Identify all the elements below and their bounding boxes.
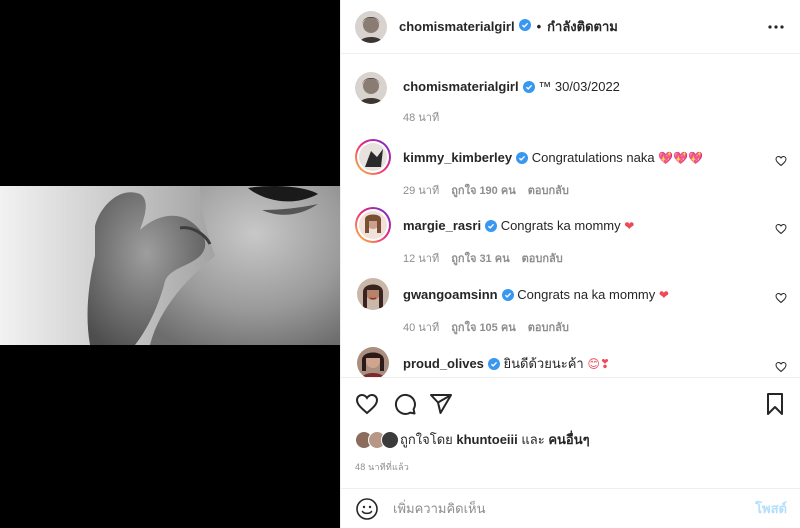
post-photo[interactable]: [0, 186, 340, 345]
comment-text: Congratulations naka: [531, 150, 655, 165]
comment-time: 29 นาที: [403, 185, 440, 197]
comment-input[interactable]: เพิ่มความคิดเห็น: [393, 498, 755, 519]
comment-emoji: 😊❣: [587, 357, 610, 371]
author-username[interactable]: chomismaterialgirl: [399, 19, 515, 34]
comment-likes-count[interactable]: ถูกใจ 105 คน: [451, 318, 515, 336]
caption-row: chomismaterialgirl ™ 30/03/2022 48 นาที: [355, 72, 787, 132]
post-dialog: chomismaterialgirl • กำลังติดตาม chomism…: [0, 0, 800, 528]
comment-row: gwangoamsinn Congrats na ka mommy ❤ 40 น…: [355, 276, 787, 336]
post-side-panel: chomismaterialgirl • กำลังติดตาม chomism…: [340, 0, 800, 528]
post-media-panel: [0, 0, 340, 528]
commenter-avatar[interactable]: [357, 278, 389, 310]
liked-by-prefix: ถูกใจโดย: [400, 432, 453, 447]
comment-emoji: ❤: [624, 219, 635, 233]
separator-dot: •: [536, 19, 542, 34]
liked-by-others[interactable]: คนอื่นๆ: [548, 429, 589, 450]
reply-button[interactable]: ตอบกลับ: [528, 181, 569, 199]
liked-by-conj: และ: [521, 432, 545, 447]
comment-like-heart-icon[interactable]: [775, 155, 787, 167]
comment-row: proud_olives ยินดีด้วยนะค้า 😊❣: [355, 345, 787, 377]
caption-username[interactable]: chomismaterialgirl: [403, 79, 519, 94]
comment-row: margie_rasri Congrats ka mommy ❤ 12 นาที…: [355, 207, 787, 267]
commenter-avatar[interactable]: [355, 139, 391, 175]
heart-icon[interactable]: [355, 392, 379, 416]
reply-button[interactable]: ตอบกลับ: [522, 249, 563, 267]
comment-text: Congrats na ka mommy: [517, 287, 656, 302]
share-icon[interactable]: [429, 392, 453, 416]
follow-status-button[interactable]: กำลังติดตาม: [547, 16, 618, 37]
comment-username[interactable]: gwangoamsinn: [403, 287, 498, 302]
comments-list[interactable]: chomismaterialgirl ™ 30/03/2022 48 นาที …: [341, 55, 800, 377]
liked-by-user[interactable]: khuntoeiii: [456, 432, 517, 447]
caption-text: ™ 30/03/2022: [538, 79, 620, 94]
post-comment-button[interactable]: โพสต์: [755, 498, 787, 519]
verified-badge-icon: [522, 80, 535, 98]
verified-badge-icon: [487, 357, 500, 375]
caption-author-avatar[interactable]: [355, 72, 387, 104]
comment-username[interactable]: kimmy_kimberley: [403, 150, 512, 165]
comment-text: Congrats ka mommy: [500, 218, 621, 233]
comment-time: 12 นาที: [403, 253, 440, 265]
commenter-avatar[interactable]: [357, 347, 389, 377]
comment-username[interactable]: proud_olives: [403, 356, 484, 371]
bookmark-icon[interactable]: [763, 392, 787, 416]
reply-button[interactable]: ตอบกลับ: [528, 318, 569, 336]
emoji-icon[interactable]: [355, 497, 379, 521]
comment-username[interactable]: margie_rasri: [403, 218, 481, 233]
commenter-avatar[interactable]: [355, 207, 391, 243]
comment-like-heart-icon[interactable]: [775, 292, 787, 304]
comment-text: ยินดีด้วยนะค้า: [503, 356, 584, 371]
verified-badge-icon: [518, 19, 531, 34]
liker-avatars[interactable]: [355, 430, 399, 449]
author-avatar[interactable]: [355, 10, 387, 43]
comment-like-heart-icon[interactable]: [775, 361, 787, 373]
comment-time: 40 นาที: [403, 322, 440, 334]
comment-likes-count[interactable]: ถูกใจ 31 คน: [451, 249, 509, 267]
comment-like-heart-icon[interactable]: [775, 223, 787, 235]
liked-by: ถูกใจโดย khuntoeiii และ คนอื่นๆ: [355, 429, 590, 450]
post-header: chomismaterialgirl • กำลังติดตาม: [341, 0, 800, 54]
verified-badge-icon: [501, 288, 514, 306]
comment-row: kimmy_kimberley Congratulations naka 💖💖💖…: [355, 139, 787, 199]
comment-likes-count[interactable]: ถูกใจ 190 คน: [451, 181, 515, 199]
add-comment-bar: เพิ่มความคิดเห็น โพสต์: [341, 488, 800, 528]
caption-time: 48 นาที: [403, 112, 440, 124]
comment-icon[interactable]: [393, 392, 417, 416]
verified-badge-icon: [485, 219, 498, 237]
post-timestamp[interactable]: 48 นาทีที่แล้ว: [355, 460, 409, 474]
more-options-icon[interactable]: [766, 17, 786, 37]
comment-emoji: ❤: [658, 288, 669, 302]
comment-emoji: 💖💖💖: [658, 151, 704, 165]
verified-badge-icon: [516, 151, 529, 169]
action-bar: [355, 392, 787, 418]
